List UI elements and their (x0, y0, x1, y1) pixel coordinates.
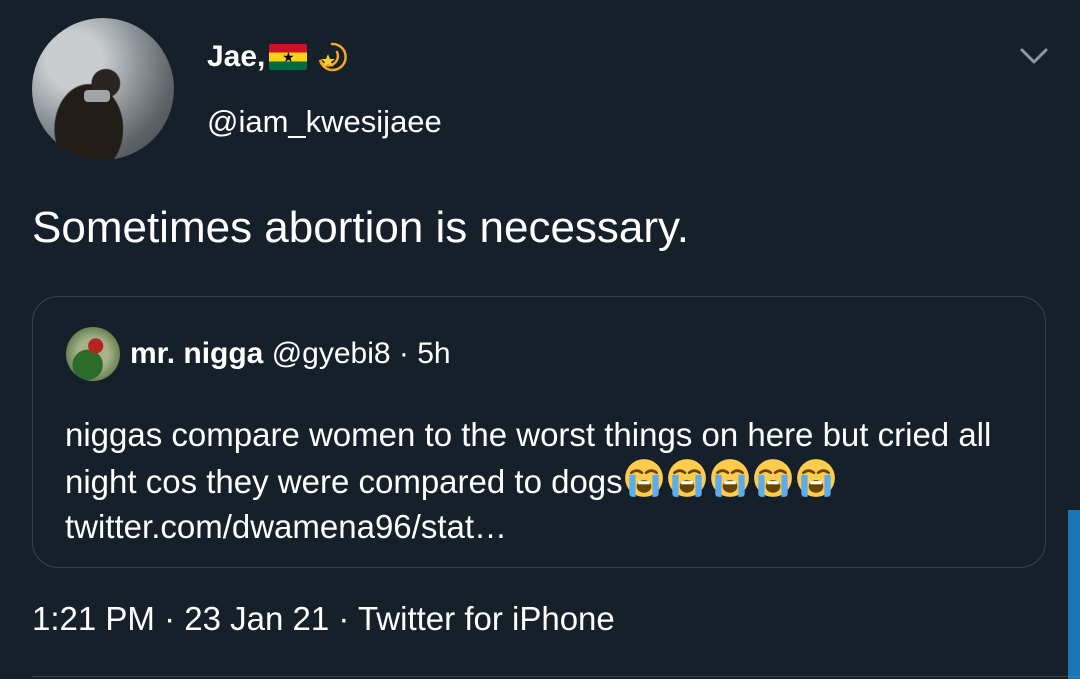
quoted-tweet-card[interactable]: mr. nigga @gyebi8 · 5h niggas compare wo… (32, 296, 1046, 568)
separator-dot: · (398, 337, 409, 370)
author-avatar[interactable] (32, 18, 174, 160)
loudly-crying-face-icon (624, 459, 663, 497)
chevron-down-icon[interactable] (1018, 44, 1050, 68)
quoted-tweet-time: 5h (417, 337, 451, 370)
author-display-name[interactable]: Jae, ★ (207, 40, 349, 74)
scrollbar[interactable] (1068, 510, 1080, 679)
tweet-source[interactable]: Twitter for iPhone (358, 600, 615, 637)
quoted-tweet-header: mr. nigga @gyebi8 · 5h (130, 337, 451, 371)
loudly-crying-face-icon (667, 459, 706, 497)
loudly-crying-face-icon (710, 459, 749, 497)
loudly-crying-face-icon (753, 459, 792, 497)
display-name-text: Jae, (207, 40, 266, 73)
divider (32, 676, 1080, 677)
quoted-author-handle: @gyebi8 (271, 337, 391, 370)
quoted-tweet-text: niggas compare women to the worst things… (65, 416, 992, 500)
tweet-time: 1:21 PM (32, 600, 155, 637)
separator-dot: · (338, 600, 350, 637)
dizzy-icon (319, 42, 348, 72)
tweet-text: Sometimes abortion is necessary. (32, 203, 690, 252)
ghana-flag-icon: ★ (269, 44, 308, 70)
quoted-author-avatar (66, 327, 120, 381)
tweet-date: 23 Jan 21 (184, 600, 330, 637)
emoji-row (623, 457, 838, 499)
quoted-tweet-link[interactable]: twitter.com/dwamena96/stat… (65, 508, 507, 545)
quoted-author-name: mr. nigga (130, 337, 264, 370)
separator-dot: · (164, 600, 176, 637)
quoted-tweet-body: niggas compare women to the worst things… (65, 412, 1025, 549)
tweet-metadata: 1:21 PM · 23 Jan 21 · Twitter for iPhone (32, 600, 615, 638)
loudly-crying-face-icon (796, 459, 835, 497)
author-handle[interactable]: @iam_kwesijaee (207, 104, 442, 140)
